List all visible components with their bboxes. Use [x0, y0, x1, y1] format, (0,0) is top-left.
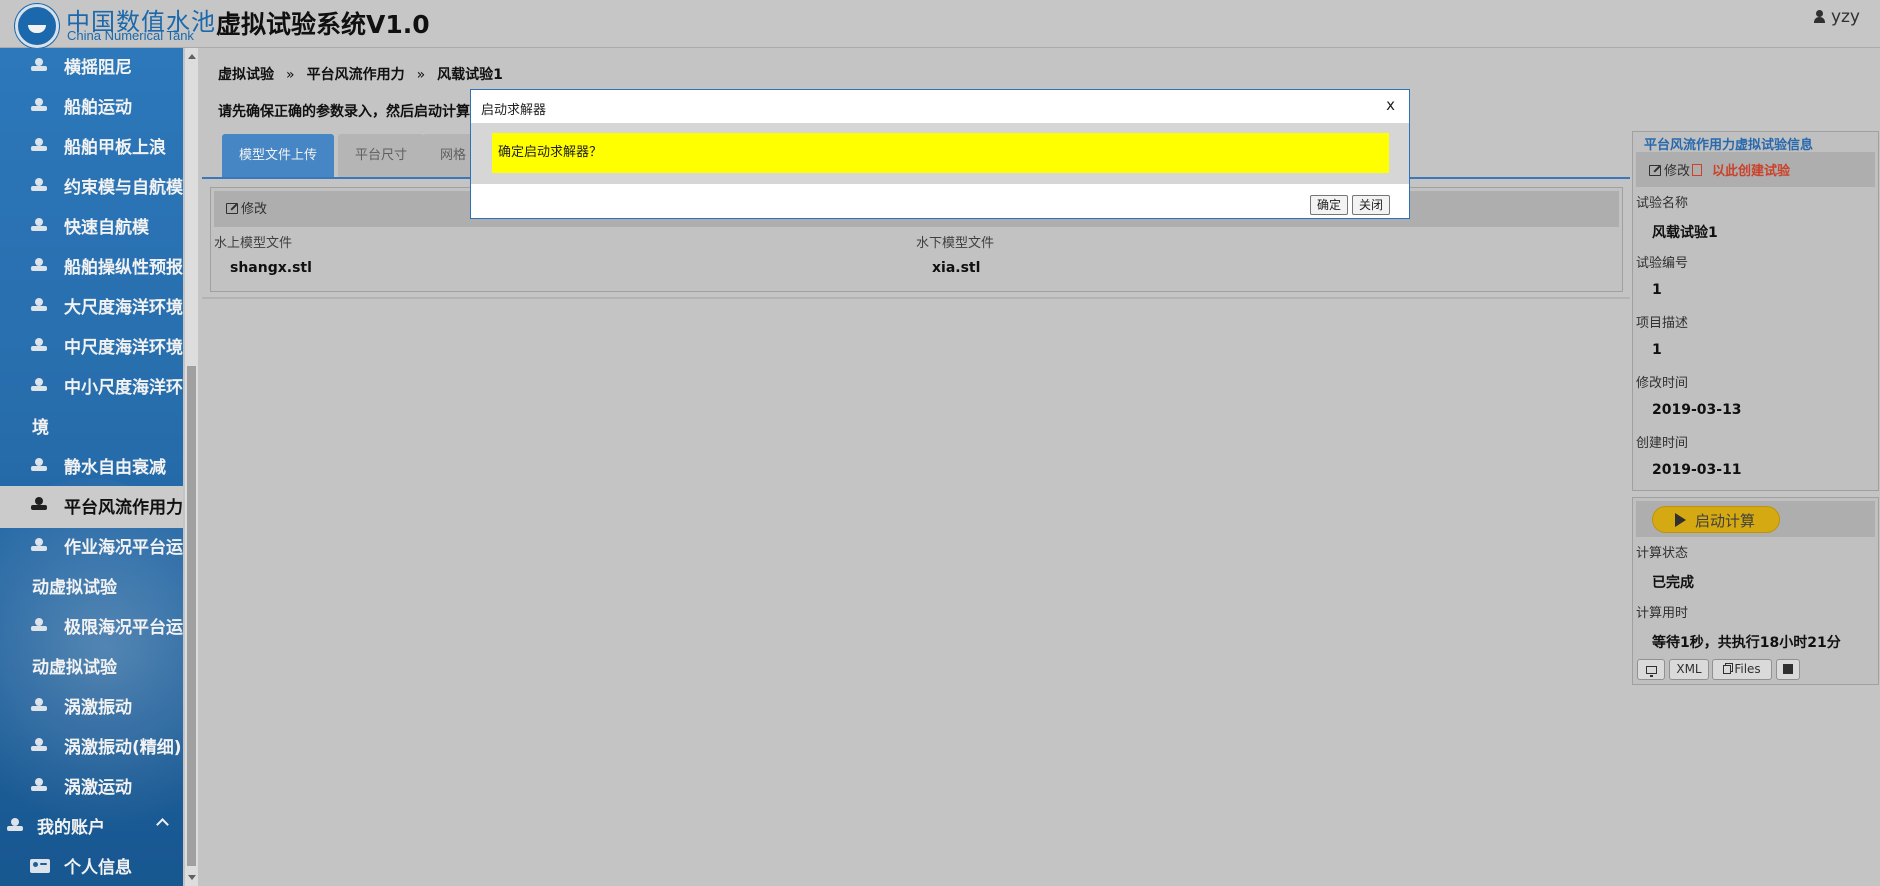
dialog-title: 启动求解器 — [481, 103, 547, 118]
dialog-body: 确定启动求解器？ — [471, 123, 1409, 184]
dialog-close-button[interactable]: x — [1386, 96, 1395, 114]
start-solver-dialog: 启动求解器 x 确定启动求解器？ 确定 关闭 — [470, 89, 1410, 219]
dialog-message: 确定启动求解器？ — [492, 133, 1389, 173]
dialog-cancel-button[interactable]: 关闭 — [1352, 195, 1391, 215]
dialog-confirm-button[interactable]: 确定 — [1310, 195, 1349, 215]
